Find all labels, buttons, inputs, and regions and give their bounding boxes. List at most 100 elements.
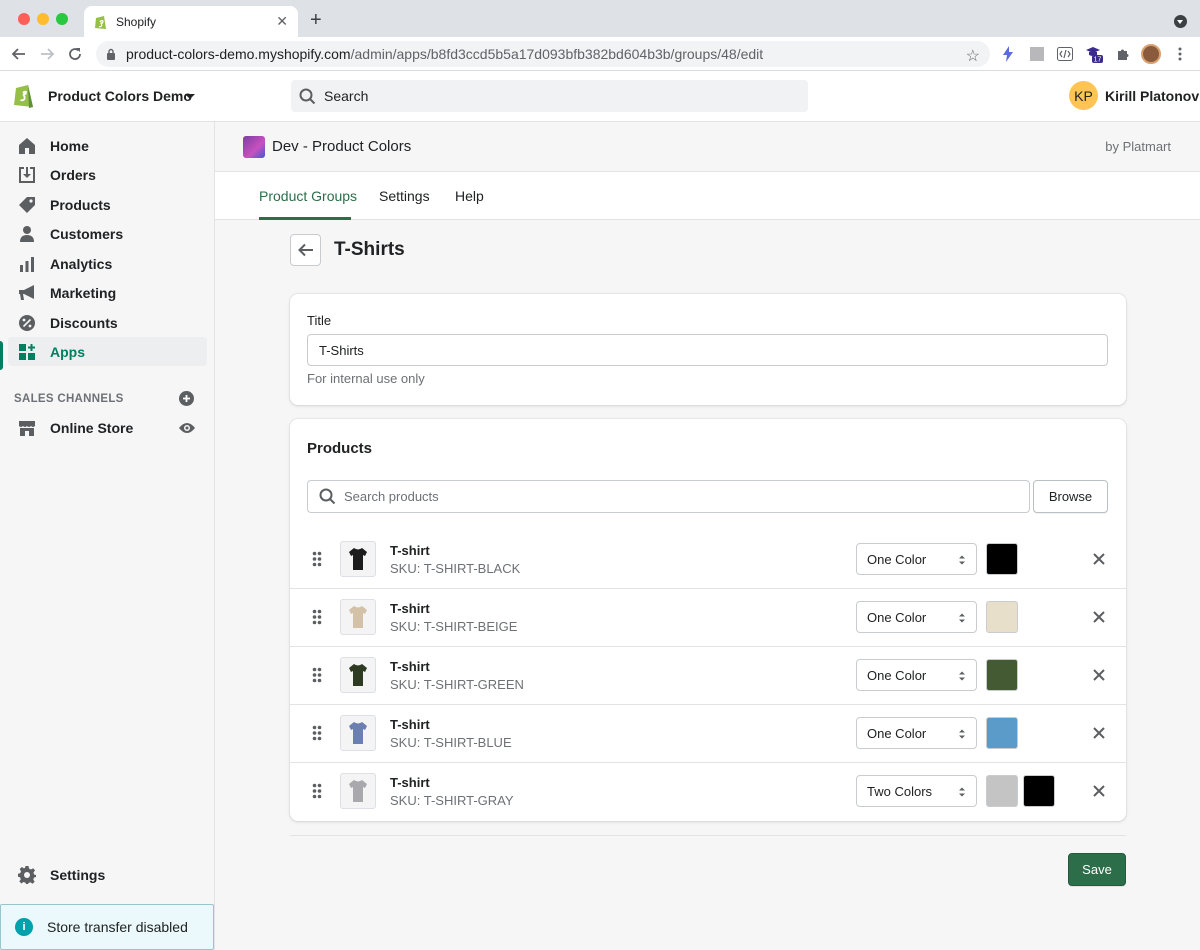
- sidebar-item-orders[interactable]: Orders: [8, 160, 207, 189]
- sidebar: Home Orders Products Customers Analytics…: [0, 122, 215, 950]
- product-row: T-shirt SKU: T-SHIRT-BEIGE One Color: [290, 589, 1126, 647]
- forward-arrow-icon[interactable]: [33, 40, 61, 68]
- color-swatch[interactable]: [1023, 775, 1055, 807]
- sidebar-item-customers[interactable]: Customers: [8, 219, 207, 248]
- page-divider: [290, 835, 1126, 836]
- sidebar-item-home[interactable]: Home: [8, 131, 207, 160]
- close-icon: [1093, 553, 1105, 565]
- drag-handle-icon[interactable]: [312, 783, 322, 799]
- tab-settings[interactable]: Settings: [379, 188, 430, 204]
- sidebar-item-products[interactable]: Products: [8, 190, 207, 219]
- browse-button[interactable]: Browse: [1033, 480, 1108, 513]
- product-thumbnail: [340, 657, 376, 693]
- maximize-window-button[interactable]: [56, 13, 68, 25]
- product-row: T-shirt SKU: T-SHIRT-BLUE One Color: [290, 705, 1126, 763]
- browser-tab[interactable]: Shopify ✕: [84, 6, 298, 37]
- reload-icon[interactable]: [61, 40, 89, 68]
- bolt-extension-icon[interactable]: [998, 44, 1018, 64]
- back-button[interactable]: [290, 234, 321, 266]
- close-window-button[interactable]: [18, 13, 30, 25]
- sidebar-item-apps[interactable]: Apps: [8, 337, 207, 366]
- app-logo-icon: [243, 136, 265, 158]
- product-row: T-shirt SKU: T-SHIRT-BLACK One Color: [290, 531, 1126, 589]
- browser-menu-icon[interactable]: [1170, 44, 1190, 64]
- drag-handle-icon[interactable]: [312, 667, 322, 683]
- product-name[interactable]: T-shirt: [390, 775, 430, 790]
- color-mode-select[interactable]: One Color: [856, 601, 977, 633]
- shopify-favicon-icon: [95, 15, 106, 29]
- color-mode-value: One Color: [867, 667, 927, 683]
- orders-icon: [18, 166, 36, 184]
- store-caret-icon[interactable]: [185, 94, 195, 99]
- color-swatch[interactable]: [986, 659, 1018, 691]
- color-mode-select[interactable]: Two Colors: [856, 775, 977, 807]
- selected-tab-indicator: [259, 217, 351, 220]
- sidebar-item-settings[interactable]: Settings: [8, 860, 207, 889]
- color-mode-select[interactable]: One Color: [856, 543, 977, 575]
- color-swatch[interactable]: [986, 543, 1018, 575]
- puzzle-extensions-icon[interactable]: [1113, 44, 1133, 64]
- store-transfer-text: Store transfer disabled: [47, 919, 188, 935]
- remove-product-button[interactable]: [1090, 608, 1108, 626]
- color-swatch[interactable]: [986, 775, 1018, 807]
- product-name[interactable]: T-shirt: [390, 601, 430, 616]
- add-channel-icon[interactable]: [179, 391, 194, 406]
- gray-extension-icon[interactable]: [1027, 44, 1047, 64]
- product-name[interactable]: T-shirt: [390, 717, 430, 732]
- code-extension-icon[interactable]: [1055, 44, 1075, 64]
- product-thumbnail: [340, 773, 376, 809]
- drag-handle-icon[interactable]: [312, 725, 322, 741]
- sidebar-item-online-store[interactable]: Online Store: [8, 413, 207, 442]
- select-arrows-icon: [959, 787, 965, 797]
- address-bar[interactable]: product-colors-demo.myshopify.com/admin/…: [96, 41, 990, 67]
- bookmark-star-icon[interactable]: ☆: [966, 46, 980, 66]
- admin-search-input[interactable]: Search: [291, 80, 808, 112]
- product-name[interactable]: T-shirt: [390, 543, 430, 558]
- color-swatch[interactable]: [986, 717, 1018, 749]
- remove-product-button[interactable]: [1090, 550, 1108, 568]
- drag-handle-icon[interactable]: [312, 551, 322, 567]
- user-name[interactable]: Kirill Platonov: [1105, 88, 1199, 104]
- tab-product-groups[interactable]: Product Groups: [259, 188, 357, 204]
- search-icon: [299, 88, 316, 104]
- color-swatch[interactable]: [986, 601, 1018, 633]
- sidebar-item-discounts[interactable]: Discounts: [8, 308, 207, 337]
- sidebar-item-marketing[interactable]: Marketing: [8, 278, 207, 307]
- product-name[interactable]: T-shirt: [390, 659, 430, 674]
- product-thumbnail: [340, 599, 376, 635]
- close-tab-icon[interactable]: ✕: [276, 13, 288, 30]
- sidebar-item-analytics[interactable]: Analytics: [8, 249, 207, 278]
- view-store-eye-icon[interactable]: [179, 421, 195, 435]
- remove-product-button[interactable]: [1090, 724, 1108, 742]
- tab-title: Shopify: [116, 14, 157, 29]
- sidebar-item-label: Orders: [50, 166, 96, 183]
- sidebar-item-label: Analytics: [50, 255, 113, 272]
- save-button[interactable]: Save: [1068, 853, 1126, 886]
- app-tabs: Product Groups Settings Help: [215, 172, 1200, 220]
- back-arrow-icon[interactable]: [5, 40, 33, 68]
- tab-search-icon[interactable]: [1174, 15, 1187, 28]
- product-sku: SKU: T-SHIRT-BLACK: [390, 561, 521, 576]
- new-tab-button[interactable]: +: [310, 9, 322, 32]
- profile-avatar-icon[interactable]: [1141, 44, 1161, 64]
- tag-icon: [18, 196, 36, 214]
- tab-help[interactable]: Help: [455, 188, 484, 204]
- browser-tab-bar: Shopify ✕ +: [0, 0, 1200, 37]
- store-name[interactable]: Product Colors Demo: [48, 88, 192, 104]
- search-products-input[interactable]: Search products: [307, 480, 1030, 513]
- cap-extension-icon[interactable]: 17: [1084, 44, 1104, 64]
- remove-product-button[interactable]: [1090, 782, 1108, 800]
- product-thumbnail: [340, 541, 376, 577]
- avatar[interactable]: KP: [1069, 81, 1098, 110]
- browser-toolbar: product-colors-demo.myshopify.com/admin/…: [0, 37, 1200, 71]
- title-label: Title: [307, 313, 332, 328]
- color-mode-select[interactable]: One Color: [856, 717, 977, 749]
- color-mode-select[interactable]: One Color: [856, 659, 977, 691]
- color-mode-value: One Color: [867, 725, 927, 741]
- remove-product-button[interactable]: [1090, 666, 1108, 684]
- store-icon: [18, 419, 36, 437]
- minimize-window-button[interactable]: [37, 13, 49, 25]
- title-input[interactable]: T-Shirts: [307, 334, 1108, 366]
- drag-handle-icon[interactable]: [312, 609, 322, 625]
- search-icon: [319, 488, 336, 505]
